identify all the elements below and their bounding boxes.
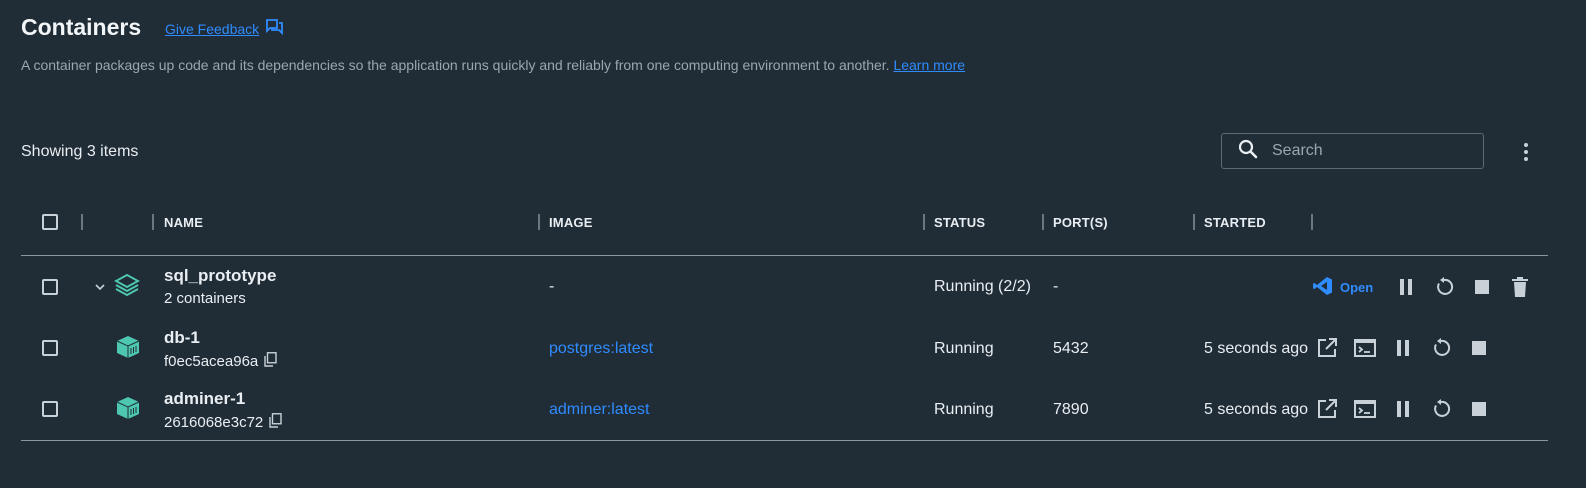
header-ports[interactable]: PORT(S) xyxy=(1053,215,1108,230)
stack-icon xyxy=(113,272,141,303)
items-count: Showing 3 items xyxy=(21,143,139,160)
open-in-vscode-button[interactable]: Open xyxy=(1313,276,1373,299)
container-started: 5 seconds ago xyxy=(1204,340,1309,357)
group-status: Running (2/2) xyxy=(934,278,1031,295)
table-row-group[interactable]: sql_prototype 2 containers - Running (2/… xyxy=(0,256,1586,317)
chat-icon[interactable] xyxy=(265,19,284,38)
terminal-icon[interactable] xyxy=(1346,333,1384,363)
vscode-icon xyxy=(1313,276,1333,299)
group-actions: Open xyxy=(1313,272,1539,302)
group-name[interactable]: sql_prototype xyxy=(164,266,276,286)
chevron-down-icon[interactable] xyxy=(93,280,107,299)
group-image: - xyxy=(549,278,555,295)
restart-icon[interactable] xyxy=(1422,333,1460,363)
restart-icon[interactable] xyxy=(1425,272,1463,302)
cube-icon xyxy=(115,334,141,365)
search-input[interactable] xyxy=(1270,141,1474,161)
container-status: Running xyxy=(934,340,994,357)
header-image[interactable]: IMAGE xyxy=(549,215,593,230)
search-icon xyxy=(1238,139,1258,164)
column-divider[interactable] xyxy=(1042,214,1044,230)
row-checkbox[interactable] xyxy=(42,279,58,295)
pause-icon[interactable] xyxy=(1384,333,1422,363)
container-ports: 5432 xyxy=(1053,340,1089,357)
column-divider[interactable] xyxy=(1311,214,1313,230)
row-checkbox[interactable] xyxy=(42,340,58,356)
group-subtitle: 2 containers xyxy=(164,290,246,307)
header-status[interactable]: STATUS xyxy=(934,215,985,230)
column-divider[interactable] xyxy=(923,214,925,230)
description-text: A container packages up code and its dep… xyxy=(21,57,890,73)
page-description: A container packages up code and its dep… xyxy=(21,57,965,73)
external-link-icon[interactable] xyxy=(1308,333,1346,363)
stop-icon[interactable] xyxy=(1463,272,1501,302)
container-id-text: 2616068e3c72 xyxy=(164,414,264,431)
row-checkbox[interactable] xyxy=(42,401,58,417)
terminal-icon[interactable] xyxy=(1346,394,1384,424)
table-row[interactable]: db-1 f0ec5acea96a postgres:latest Runnin… xyxy=(0,318,1586,379)
row-actions xyxy=(1308,333,1498,363)
external-link-icon[interactable] xyxy=(1308,394,1346,424)
copy-icon[interactable] xyxy=(269,413,282,432)
select-all-checkbox[interactable] xyxy=(42,214,58,230)
open-label[interactable]: Open xyxy=(1340,280,1373,295)
give-feedback-link[interactable]: Give Feedback xyxy=(165,19,284,38)
container-id: 2616068e3c72 xyxy=(164,413,282,432)
pause-icon[interactable] xyxy=(1384,394,1422,424)
page-title: Containers xyxy=(21,14,142,40)
copy-icon[interactable] xyxy=(264,352,277,371)
header-started[interactable]: STARTED xyxy=(1204,215,1266,230)
column-divider[interactable] xyxy=(1193,214,1195,230)
column-divider[interactable] xyxy=(538,214,540,230)
table-row[interactable]: adminer-1 2616068e3c72 adminer:latest Ru… xyxy=(0,379,1586,440)
container-name[interactable]: db-1 xyxy=(164,328,200,348)
stop-icon[interactable] xyxy=(1460,333,1498,363)
container-name[interactable]: adminer-1 xyxy=(164,389,245,409)
image-link[interactable]: postgres:latest xyxy=(549,340,653,358)
header-name[interactable]: NAME xyxy=(164,215,203,230)
container-id-text: f0ec5acea96a xyxy=(164,353,259,370)
container-status: Running xyxy=(934,401,994,418)
column-divider[interactable] xyxy=(81,214,83,230)
container-ports: 7890 xyxy=(1053,401,1089,418)
give-feedback-label[interactable]: Give Feedback xyxy=(165,21,259,37)
group-ports: - xyxy=(1053,278,1059,295)
column-divider[interactable] xyxy=(152,214,154,230)
search-box[interactable] xyxy=(1221,133,1484,169)
stop-icon[interactable] xyxy=(1460,394,1498,424)
learn-more-link[interactable]: Learn more xyxy=(893,57,965,73)
container-id: f0ec5acea96a xyxy=(164,352,277,371)
pause-icon[interactable] xyxy=(1387,272,1425,302)
kebab-icon[interactable] xyxy=(1516,140,1536,164)
image-link[interactable]: adminer:latest xyxy=(549,401,650,419)
trash-icon[interactable] xyxy=(1501,272,1539,302)
restart-icon[interactable] xyxy=(1422,394,1460,424)
row-actions xyxy=(1308,394,1498,424)
table-bottom-divider xyxy=(21,440,1548,441)
cube-icon xyxy=(115,395,141,426)
container-started: 5 seconds ago xyxy=(1204,401,1309,418)
